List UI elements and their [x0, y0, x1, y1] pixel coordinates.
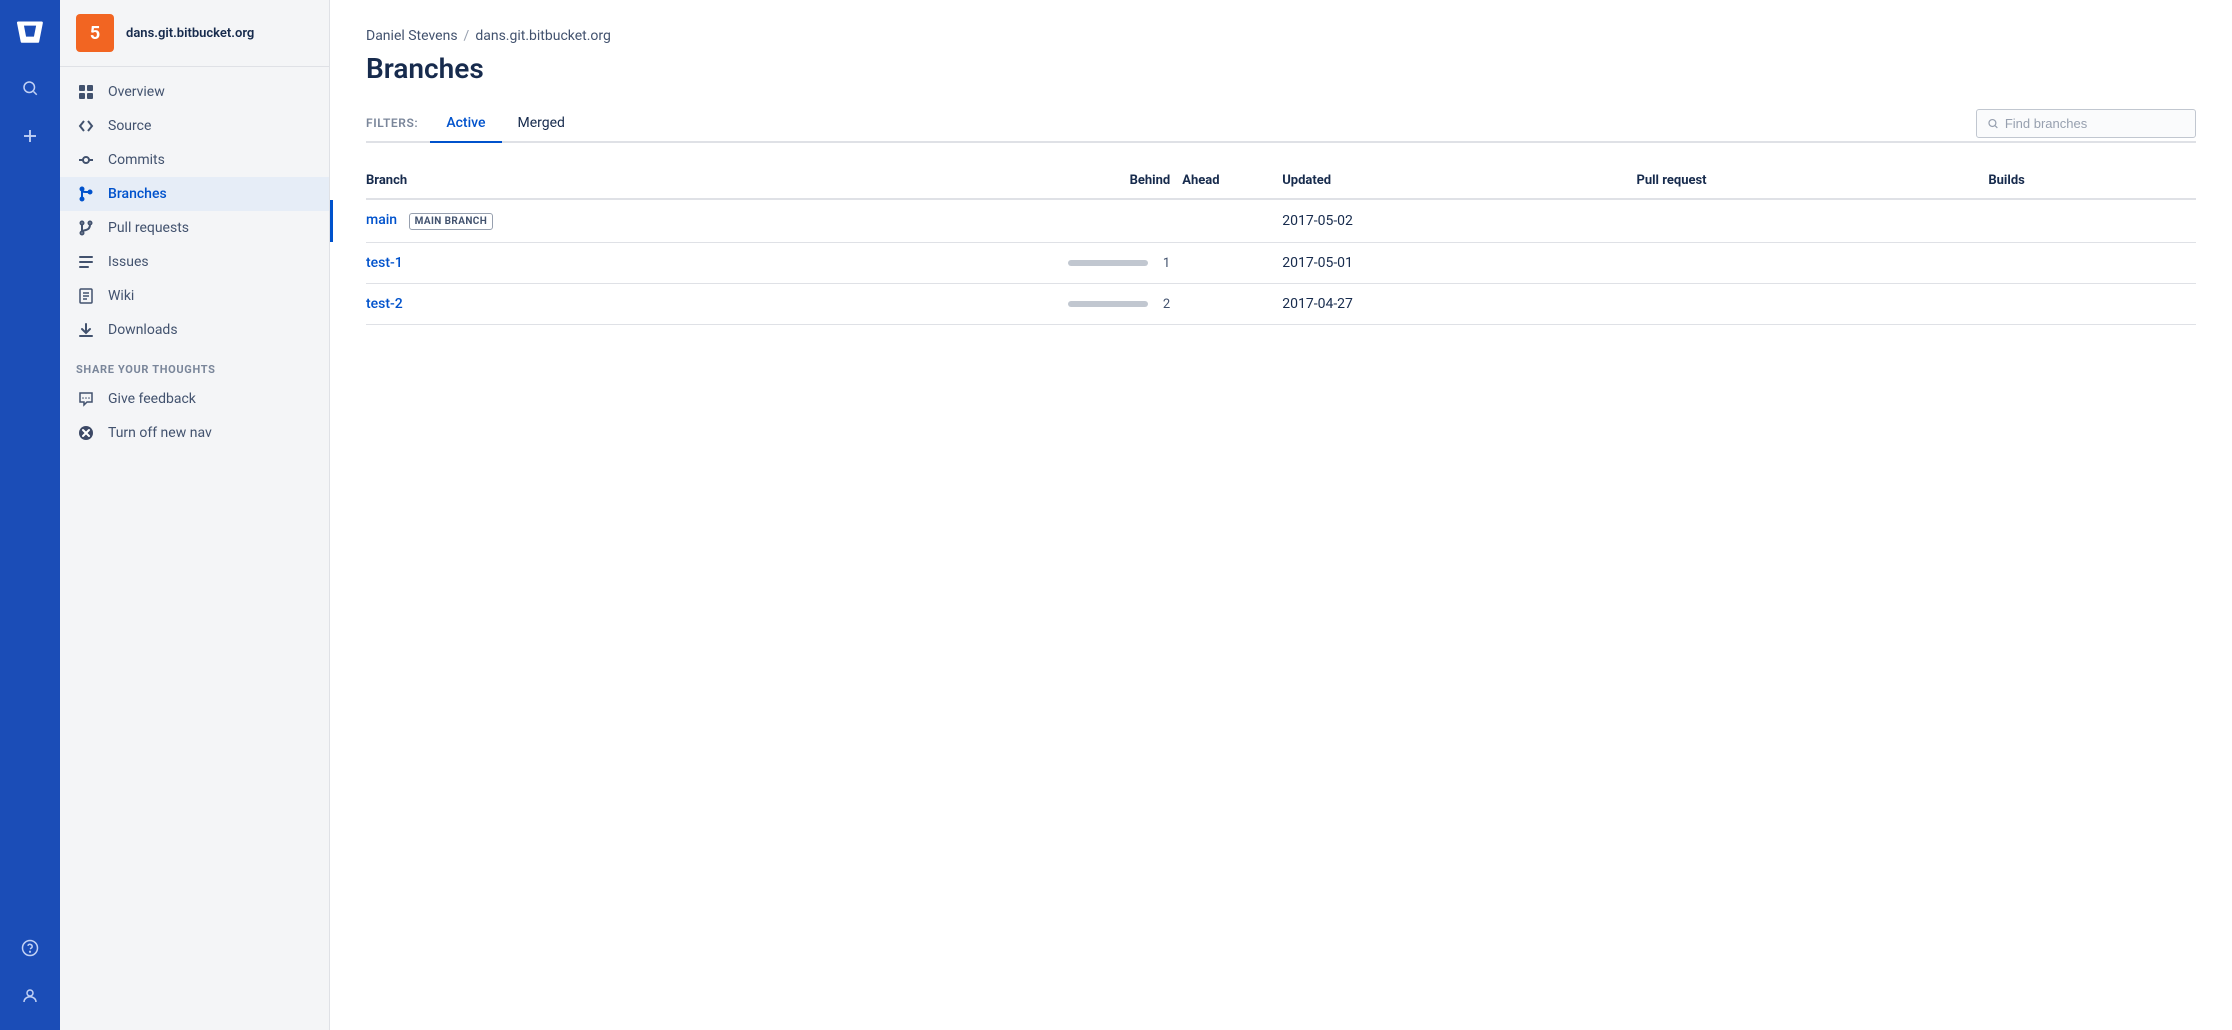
pull-requests-label: Pull requests [108, 220, 189, 236]
col-behind: Behind [962, 163, 1182, 199]
filters-label: FILTERS: [366, 116, 418, 130]
sidebar-item-commits[interactable]: Commits [60, 143, 329, 177]
behind-num: 2 [1154, 297, 1170, 312]
main-branch-badge: MAIN BRANCH [409, 213, 494, 230]
user-account-button[interactable] [8, 974, 52, 1018]
give-feedback-label: Give feedback [108, 391, 196, 407]
page-title: Branches [366, 52, 2196, 85]
commits-icon [76, 152, 96, 168]
updated-cell-test2: 2017-04-27 [1282, 284, 1636, 325]
breadcrumb-repo[interactable]: dans.git.bitbucket.org [475, 28, 611, 44]
create-button[interactable] [8, 114, 52, 158]
builds-cell-test1 [1988, 243, 2196, 284]
behind-bar [1068, 301, 1148, 307]
sidebar-item-give-feedback[interactable]: Give feedback [60, 382, 329, 416]
icon-bar [0, 0, 60, 1030]
issues-icon [76, 254, 96, 270]
global-search-button[interactable] [8, 66, 52, 110]
behind-num: 1 [1154, 256, 1170, 271]
behind-cell-test2: 2 [962, 284, 1182, 325]
pull-requests-icon [76, 220, 96, 236]
sidebar-item-branches[interactable]: Branches [60, 177, 329, 211]
issues-label: Issues [108, 254, 149, 270]
ahead-cell-main [1182, 199, 1282, 243]
sidebar-item-overview[interactable]: Overview [60, 75, 329, 109]
col-pull-request: Pull request [1636, 163, 1988, 199]
pr-cell-main [1636, 199, 1988, 243]
repo-header: 5 dans.git.bitbucket.org [60, 0, 329, 67]
col-builds: Builds [1988, 163, 2196, 199]
turn-off-nav-label: Turn off new nav [108, 425, 212, 441]
share-thoughts-label: SHARE YOUR THOUGHTS [60, 347, 329, 382]
updated-cell-test1: 2017-05-01 [1282, 243, 1636, 284]
breadcrumb-user[interactable]: Daniel Stevens [366, 28, 458, 44]
help-button[interactable] [8, 926, 52, 970]
give-feedback-icon [76, 391, 96, 407]
filter-active-tab[interactable]: Active [430, 105, 501, 143]
wiki-icon [76, 288, 96, 304]
branch-main-link[interactable]: main [366, 212, 397, 228]
pr-cell-test1 [1636, 243, 1988, 284]
source-icon [76, 118, 96, 134]
behind-bar [1068, 260, 1148, 266]
overview-icon [76, 84, 96, 100]
repo-name: dans.git.bitbucket.org [126, 26, 254, 41]
pr-cell-test2 [1636, 284, 1988, 325]
branch-search-input[interactable] [2005, 116, 2185, 131]
wiki-label: Wiki [108, 288, 134, 304]
table-row: test-1 1 2017-05-01 [366, 243, 2196, 284]
filters-row: FILTERS: Active Merged [366, 105, 2196, 143]
col-branch: Branch [366, 163, 962, 199]
behind-cell-test1: 1 [962, 243, 1182, 284]
branch-name-cell: test-2 [366, 284, 962, 325]
updated-cell-main: 2017-05-02 [1282, 199, 1636, 243]
table-row: main MAIN BRANCH 2017-05-02 [366, 199, 2196, 243]
filter-merged-tab[interactable]: Merged [502, 105, 581, 143]
sidebar-item-wiki[interactable]: Wiki [60, 279, 329, 313]
builds-cell-test2 [1988, 284, 2196, 325]
sidebar-item-source[interactable]: Source [60, 109, 329, 143]
branches-table: Branch Behind Ahead Updated Pull request… [366, 163, 2196, 325]
branch-name-cell: main MAIN BRANCH [366, 199, 962, 243]
ahead-cell-test2 [1182, 284, 1282, 325]
sidebar: 5 dans.git.bitbucket.org Overview Source [60, 0, 330, 1030]
col-updated: Updated [1282, 163, 1636, 199]
commits-label: Commits [108, 152, 165, 168]
filters-left: FILTERS: Active Merged [366, 105, 581, 141]
branch-test1-link[interactable]: test-1 [366, 255, 403, 271]
bitbucket-logo[interactable] [8, 10, 52, 54]
search-icon [1987, 117, 1999, 130]
main-content: Daniel Stevens / dans.git.bitbucket.org … [330, 0, 2232, 1030]
branches-icon [76, 186, 96, 202]
sidebar-item-turn-off-nav[interactable]: Turn off new nav [60, 416, 329, 450]
source-label: Source [108, 118, 151, 134]
ahead-cell-test1 [1182, 243, 1282, 284]
behind-cell-main [962, 199, 1182, 243]
breadcrumb: Daniel Stevens / dans.git.bitbucket.org [366, 28, 2196, 44]
builds-cell-main [1988, 199, 2196, 243]
repo-icon: 5 [76, 14, 114, 52]
branch-test2-link[interactable]: test-2 [366, 296, 403, 312]
downloads-icon [76, 322, 96, 338]
branches-label: Branches [108, 186, 167, 202]
sidebar-nav: Overview Source Commits [60, 67, 329, 1030]
branch-name-cell: test-1 [366, 243, 962, 284]
breadcrumb-separator: / [464, 28, 470, 44]
sidebar-item-pull-requests[interactable]: Pull requests [60, 211, 329, 245]
table-row: test-2 2 2017-04-27 [366, 284, 2196, 325]
col-ahead: Ahead [1182, 163, 1282, 199]
overview-label: Overview [108, 84, 165, 100]
downloads-label: Downloads [108, 322, 178, 338]
sidebar-item-downloads[interactable]: Downloads [60, 313, 329, 347]
branch-search-box[interactable] [1976, 109, 2196, 138]
turn-off-nav-icon [76, 425, 96, 441]
sidebar-item-issues[interactable]: Issues [60, 245, 329, 279]
